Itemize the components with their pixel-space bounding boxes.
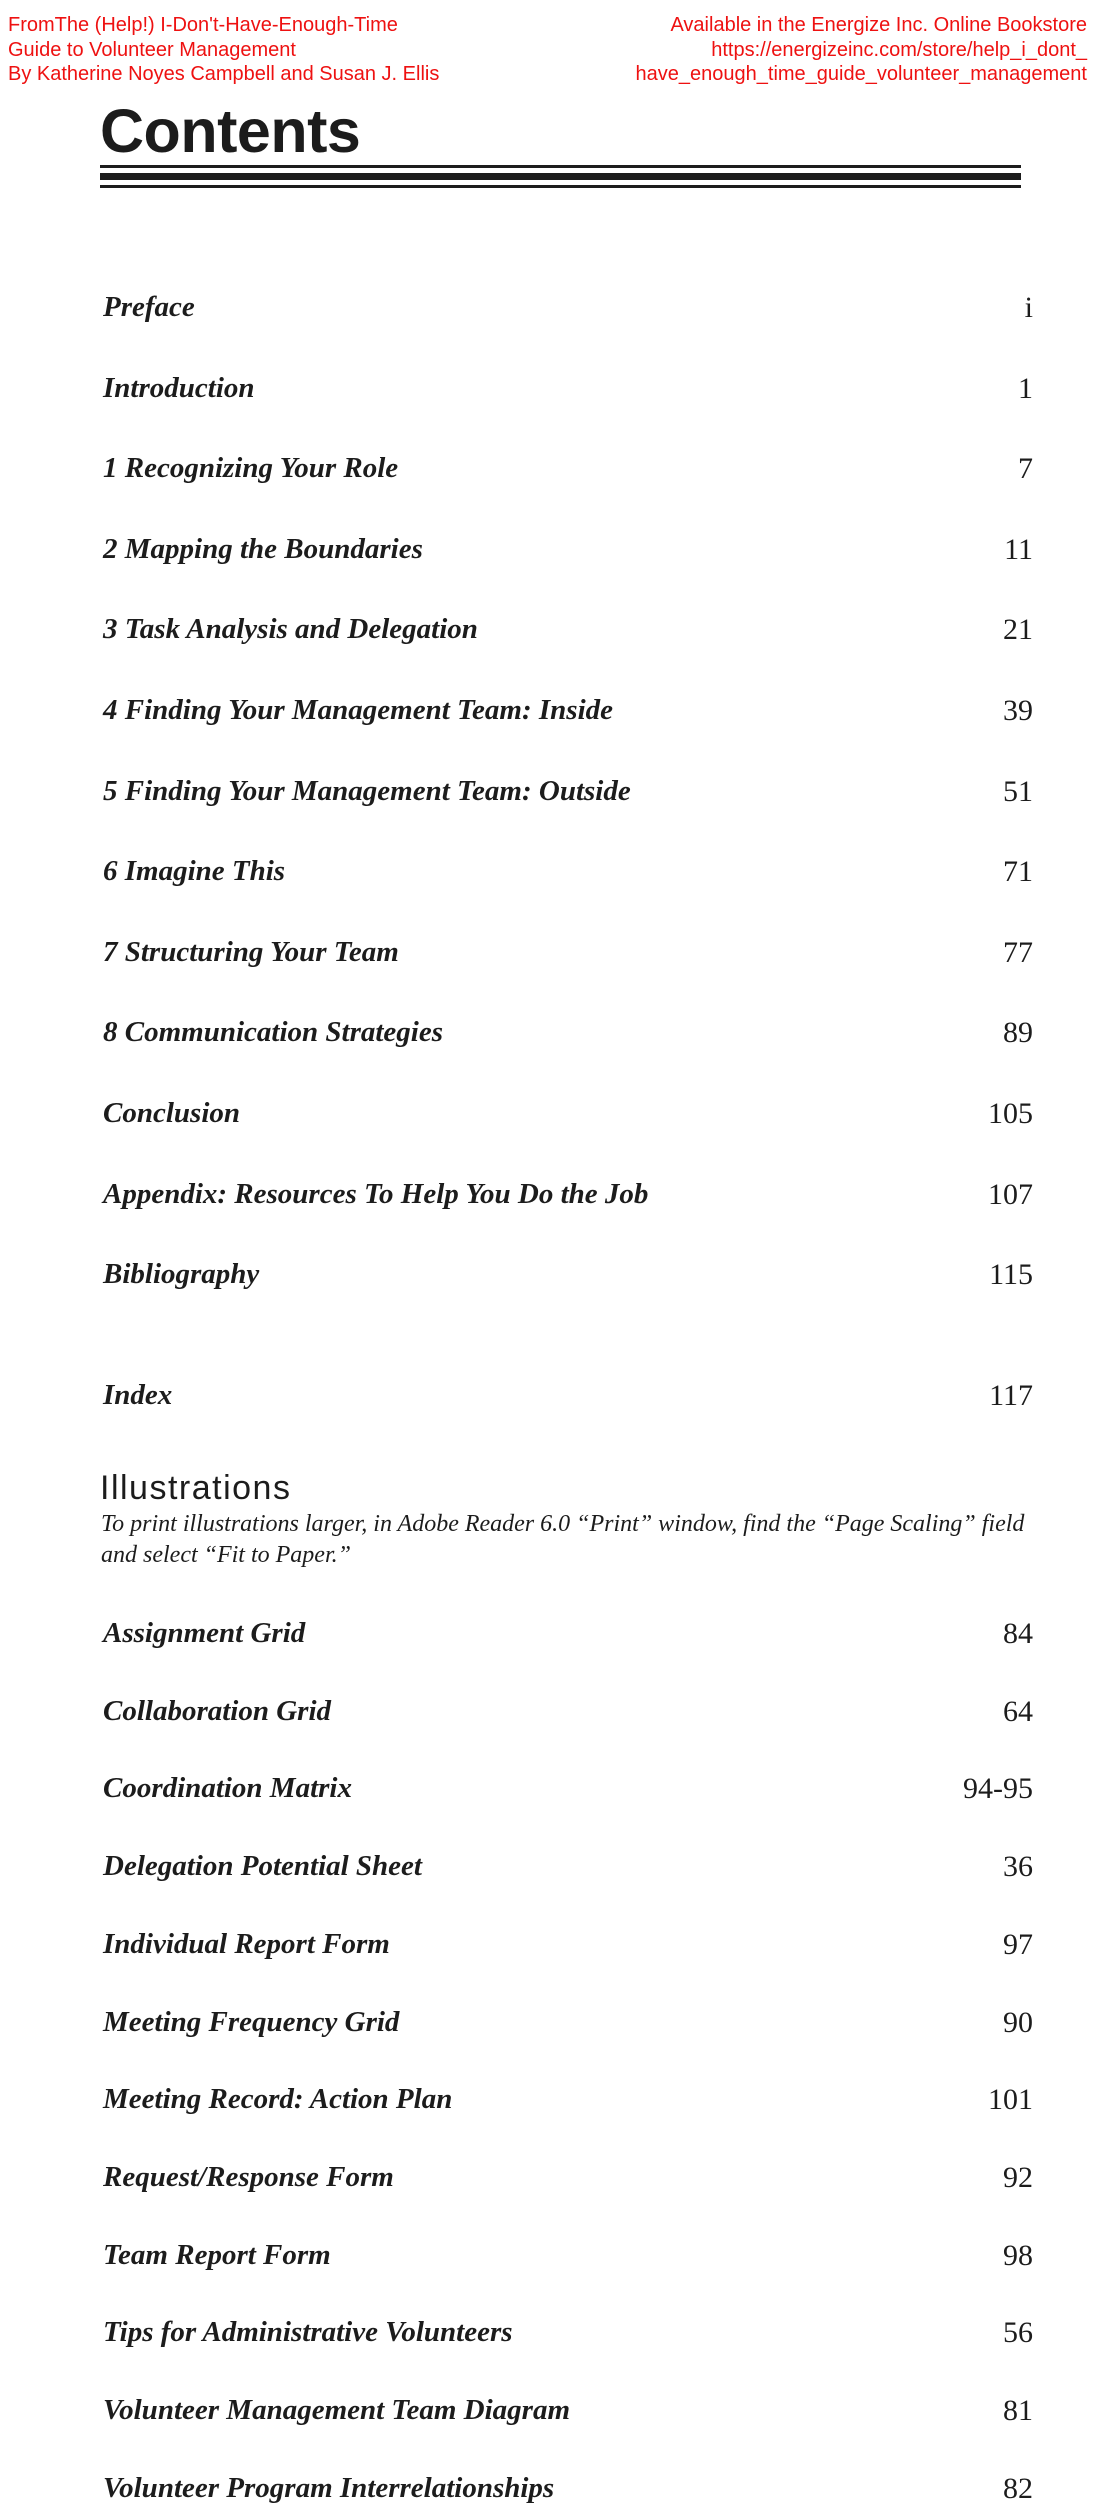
entry-page-number: i: [1024, 291, 1033, 324]
entry-page-number: 94-95: [963, 1772, 1033, 1806]
entry-title[interactable]: 1 Recognizing Your Role: [103, 454, 398, 483]
entry-page-number: 1: [1018, 371, 1033, 405]
toc-entry[interactable]: Preface i: [103, 282, 1033, 324]
entry-page-number: 7: [1018, 452, 1033, 486]
entry-title[interactable]: Appendix: Resources To Help You Do the J…: [103, 1179, 648, 1209]
entry-page-number: 71: [1003, 855, 1033, 889]
toc-entry[interactable]: Bibliography 115: [103, 1249, 1033, 1292]
entry-title[interactable]: Volunteer Management Team Diagram: [103, 2396, 570, 2425]
toc-entry[interactable]: 1 Recognizing Your Role 7: [103, 443, 1033, 486]
toc-entry[interactable]: 5 Finding Your Management Team: Outside 5…: [103, 766, 1033, 806]
entry-page-number: 56: [1003, 2316, 1033, 2350]
entry-page-number: 105: [988, 1097, 1033, 1130]
illustrations-heading: Illustrations: [100, 1469, 292, 1507]
entry-title[interactable]: 8 Communication Strategies: [103, 1018, 443, 1047]
entry-page-number: 77: [1003, 935, 1033, 969]
book-info-header: FromThe (Help!) I-Don't-Have-Enough-Time…: [8, 13, 439, 87]
entry-title[interactable]: Team Report Form: [103, 2240, 331, 2270]
entry-title[interactable]: Bibliography: [103, 1260, 259, 1289]
entry-page-number: 82: [1003, 2471, 1033, 2505]
entry-page-number: 89: [1003, 1016, 1033, 1050]
toc-entry[interactable]: Request/Response Form 92: [103, 2152, 1033, 2192]
entry-title[interactable]: Meeting Record: Action Plan: [103, 2085, 452, 2114]
entry-page-number: 92: [1003, 2160, 1033, 2194]
toc-entry[interactable]: 7 Structuring Your Team 77: [103, 927, 1033, 967]
toc-entry[interactable]: Coordination Matrix 94-95: [103, 1763, 1033, 1806]
bookstore-info-header: Available in the Energize Inc. Online Bo…: [636, 13, 1087, 87]
entry-page-number: 101: [988, 2083, 1033, 2117]
entry-title[interactable]: 4 Finding Your Management Team: Inside: [103, 696, 613, 725]
entry-page-number: 36: [1003, 1850, 1033, 1884]
entry-page-number: 115: [989, 1258, 1033, 1292]
entry-title[interactable]: 3 Task Analysis and Delegation: [103, 615, 478, 644]
entry-page-number: 51: [1003, 774, 1033, 808]
toc-entry[interactable]: 8 Communication Strategies 89: [103, 1007, 1033, 1050]
page-title: Contents: [100, 97, 361, 165]
book-title-line-2: Guide to Volunteer Management: [8, 38, 296, 61]
entry-page-number: 81: [1003, 2394, 1033, 2427]
toc-entry[interactable]: Meeting Record: Action Plan 101: [103, 2074, 1033, 2117]
entry-title[interactable]: 2 Mapping the Boundaries: [103, 534, 423, 564]
entry-title[interactable]: Delegation Potential Sheet: [103, 1852, 422, 1881]
toc-entry[interactable]: Conclusion 105: [103, 1088, 1033, 1130]
entry-title[interactable]: Request/Response Form: [103, 2162, 394, 2192]
entry-title[interactable]: Introduction: [103, 373, 255, 403]
entry-title[interactable]: Assignment Grid: [103, 1619, 305, 1648]
entry-page-number: 98: [1003, 2238, 1033, 2272]
toc-entry[interactable]: 3 Task Analysis and Delegation 21: [103, 604, 1033, 647]
entry-page-number: 64: [1003, 1694, 1033, 1728]
toc-entry[interactable]: Collaboration Grid 64: [103, 1686, 1033, 1726]
toc-entry[interactable]: Introduction 1: [103, 363, 1033, 403]
toc-entry[interactable]: 4 Finding Your Management Team: Inside 39: [103, 685, 1033, 727]
toc-entry[interactable]: Assignment Grid 84: [103, 1608, 1033, 1650]
toc-entry[interactable]: Tips for Administrative Volunteers 56: [103, 2307, 1033, 2350]
toc-entry[interactable]: Volunteer Management Team Diagram 81: [103, 2385, 1033, 2427]
toc-entry[interactable]: Appendix: Resources To Help You Do the J…: [103, 1169, 1033, 1209]
toc-entry[interactable]: Individual Report Form 97: [103, 1919, 1033, 1959]
entry-title[interactable]: 6 Imagine This: [103, 857, 285, 886]
title-rule-top: [100, 165, 1021, 168]
entry-title[interactable]: Conclusion: [103, 1099, 240, 1128]
entry-page-number: 39: [1003, 694, 1033, 727]
book-authors: By Katherine Noyes Campbell and Susan J.…: [8, 63, 440, 85]
entry-title[interactable]: Coordination Matrix: [103, 1774, 352, 1803]
entry-title[interactable]: Meeting Frequency Grid: [103, 2007, 399, 2037]
illustrations-print-note: To print illustrations larger, in Adobe …: [101, 1511, 1025, 1568]
entry-title[interactable]: Individual Report Form: [103, 1929, 390, 1959]
entry-page-number: 107: [988, 1177, 1033, 1211]
title-rule-bottom: [100, 185, 1021, 188]
toc-entry[interactable]: 2 Mapping the Boundaries 11: [103, 524, 1033, 564]
entry-title[interactable]: Volunteer Program Interrelationships: [103, 2473, 554, 2503]
toc-entry[interactable]: Volunteer Program Interrelationships 82: [103, 2463, 1033, 2503]
bookstore-url-line-1[interactable]: https://energizeinc.com/store/help_i_don…: [636, 38, 1087, 63]
entry-page-number: 117: [989, 1379, 1033, 1412]
entry-title[interactable]: Collaboration Grid: [103, 1696, 331, 1726]
entry-page-number: 11: [1004, 532, 1033, 566]
bookstore-text: Available in the Energize Inc. Online Bo…: [670, 14, 1087, 36]
entry-page-number: 84: [1003, 1617, 1033, 1650]
title-rule-middle: [100, 173, 1021, 180]
toc-entry[interactable]: 6 Imagine This 71: [103, 846, 1033, 889]
toc-entry[interactable]: Delegation Potential Sheet 36: [103, 1841, 1033, 1884]
entry-title[interactable]: 7 Structuring Your Team: [103, 937, 399, 967]
bookstore-url-line-2[interactable]: have_enough_time_guide_volunteer_managem…: [636, 62, 1087, 87]
entry-title[interactable]: Index: [103, 1381, 172, 1410]
book-title-line-1: FromThe (Help!) I-Don't-Have-Enough-Time: [8, 14, 398, 36]
toc-entry[interactable]: Meeting Frequency Grid 90: [103, 1997, 1033, 2037]
entry-page-number: 90: [1003, 2005, 1033, 2039]
toc-entry[interactable]: Index 117: [103, 1370, 1033, 1412]
entry-page-number: 97: [1003, 1927, 1033, 1961]
entry-title[interactable]: Preface: [103, 293, 195, 322]
toc-entry[interactable]: Team Report Form 98: [103, 2230, 1033, 2270]
entry-title[interactable]: Tips for Administrative Volunteers: [103, 2318, 513, 2347]
entry-title[interactable]: 5 Finding Your Management Team: Outside: [103, 776, 631, 806]
entry-page-number: 21: [1003, 613, 1033, 647]
